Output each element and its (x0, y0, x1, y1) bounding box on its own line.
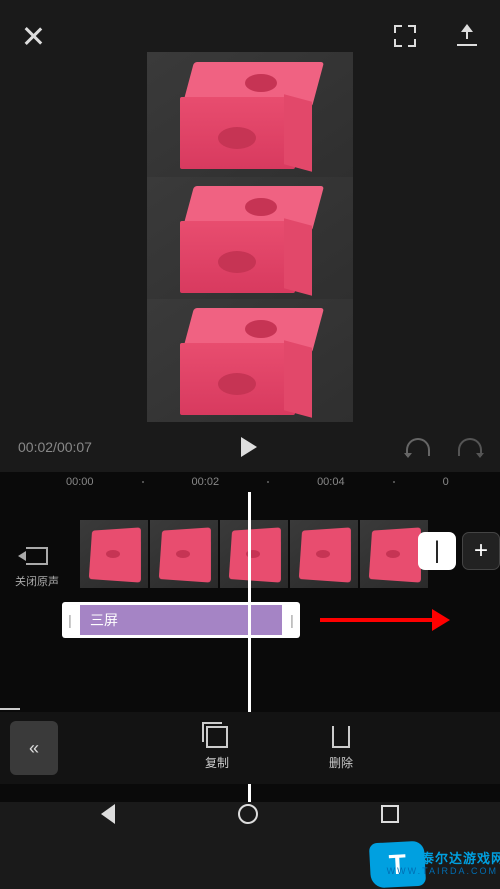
close-icon[interactable] (22, 25, 44, 47)
copy-button[interactable]: 复制 (205, 726, 229, 771)
annotation-arrow (320, 614, 450, 624)
play-icon[interactable] (241, 437, 257, 457)
nav-recent-icon[interactable] (381, 805, 399, 823)
clip-thumb[interactable] (80, 520, 148, 588)
ruler-mark: 00:02 (192, 476, 220, 488)
time-display: 00:02/00:07 (18, 439, 92, 455)
watermark: 泰尔达游戏网 WWW.TAIRDA.COM (370, 834, 500, 889)
watermark-text: 泰尔达游戏网 (421, 848, 500, 867)
chevron-left-icon: « (29, 738, 39, 759)
mute-label: 关闭原声 (15, 573, 59, 589)
nav-back-icon[interactable] (101, 804, 115, 824)
clip-thumb[interactable] (150, 520, 218, 588)
video-preview[interactable] (147, 52, 353, 422)
redo-icon (458, 438, 482, 456)
undo-icon[interactable] (406, 438, 430, 456)
ruler-mark: 00:04 (317, 476, 345, 488)
system-nav (0, 789, 500, 839)
collapse-button[interactable]: « (10, 721, 58, 775)
watermark-url: WWW.TAIRDA.COM (387, 866, 498, 876)
add-button[interactable]: + (462, 532, 500, 570)
split-button[interactable]: | (418, 532, 456, 570)
clip-thumb[interactable] (220, 520, 288, 588)
clip-thumb[interactable] (290, 520, 358, 588)
effect-clip[interactable]: | 三屏 | (62, 602, 300, 638)
copy-icon (206, 726, 228, 748)
delete-button[interactable]: 删除 (329, 726, 353, 771)
watermark-logo (369, 841, 426, 889)
ruler-mark: 00:00 (66, 476, 94, 488)
clip-handle-right[interactable]: | (284, 602, 300, 638)
copy-label: 复制 (205, 754, 229, 771)
effect-label[interactable]: 三屏 (80, 605, 282, 635)
clip-handle-left[interactable]: | (62, 602, 78, 638)
export-icon[interactable] (456, 24, 478, 48)
ruler-mark: 0 (443, 476, 449, 488)
mute-button[interactable]: 关闭原声 (15, 547, 59, 589)
time-ruler[interactable]: 00:00 00:02 00:04 0 (0, 472, 500, 492)
fullscreen-icon[interactable] (394, 25, 416, 47)
crop-icon (332, 726, 350, 748)
speaker-icon (26, 547, 48, 565)
delete-label: 删除 (329, 754, 353, 771)
nav-home-icon[interactable] (238, 804, 258, 824)
video-track[interactable] (80, 520, 428, 588)
